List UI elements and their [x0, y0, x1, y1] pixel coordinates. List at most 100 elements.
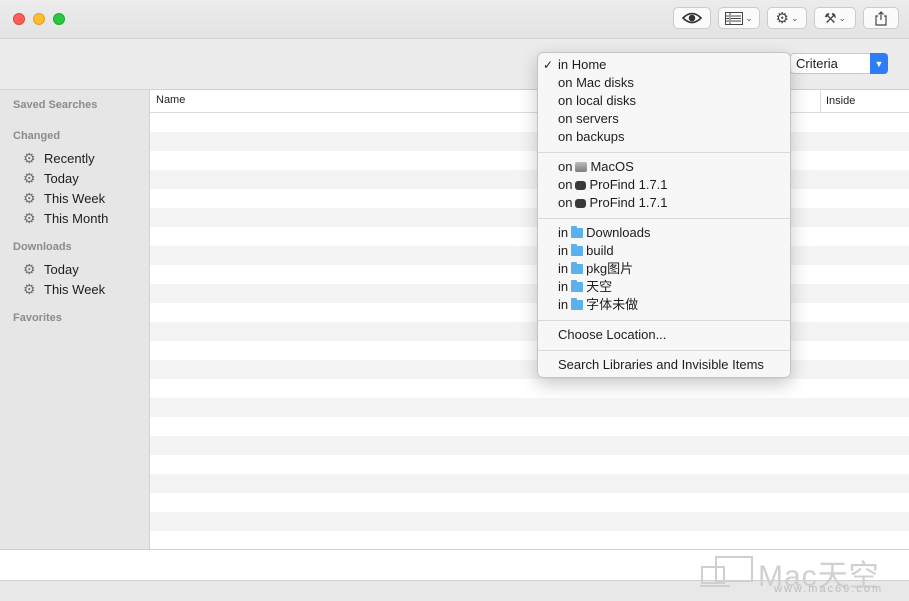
sidebar-item-changed-recently[interactable]: ⚙ Recently	[23, 149, 95, 167]
menu-item-label: Downloads	[586, 225, 651, 240]
location-dropdown-menu: ✓ in Home on Mac disks on local disks on…	[537, 52, 791, 378]
menu-item-label: ProFind 1.7.1	[589, 177, 668, 192]
menu-item-in-home[interactable]: ✓ in Home	[538, 56, 790, 74]
quick-look-button[interactable]	[673, 7, 711, 29]
menu-item-label: on Mac disks	[558, 75, 634, 90]
menu-item-folder-downloads[interactable]: in Downloads	[538, 224, 790, 242]
criteria-label: Criteria	[796, 56, 838, 71]
sidebar-item-changed-this-week[interactable]: ⚙ This Week	[23, 189, 105, 207]
menu-item-label: in Home	[558, 57, 607, 72]
menu-item-volume-macos[interactable]: on MacOS	[538, 158, 790, 176]
menu-item-label: on local disks	[558, 93, 637, 108]
sidebar-item-label: Today	[44, 170, 79, 186]
menu-item-on-mac-disks[interactable]: on Mac disks	[538, 74, 790, 92]
menu-item-prefix: on	[558, 159, 573, 174]
chevron-down-icon: ⌄	[838, 12, 847, 23]
gear-icon: ⚙	[23, 170, 36, 186]
sidebar-item-label: Today	[44, 261, 79, 277]
menu-item-on-local-disks[interactable]: on local disks	[538, 92, 790, 110]
menu-item-label: build	[586, 243, 614, 258]
folder-icon	[571, 262, 584, 274]
menu-item-prefix: on	[558, 195, 573, 210]
sidebar-heading-saved-searches: Saved Searches	[13, 99, 98, 111]
toolbar: ⌄ ⚙ ⌄ ⚒ ⌄	[0, 0, 909, 39]
zoom-window-button[interactable]	[53, 13, 65, 25]
sidebar-heading-changed: Changed	[13, 130, 61, 142]
menu-item-on-servers[interactable]: on servers	[538, 110, 790, 128]
menu-item-prefix: in	[558, 297, 569, 312]
column-header-name[interactable]: Name	[156, 94, 185, 106]
table-body[interactable]	[150, 113, 909, 549]
gear-icon: ⚙	[23, 150, 36, 166]
external-disk-icon	[575, 180, 587, 190]
sidebar-item-label: This Week	[44, 190, 106, 206]
sidebar-item-downloads-today[interactable]: ⚙ Today	[23, 260, 79, 278]
share-button[interactable]	[863, 7, 899, 29]
menu-item-folder-pkg-images[interactable]: in pkg图片	[538, 260, 790, 278]
folder-icon	[571, 280, 584, 292]
menu-item-label: on servers	[558, 111, 619, 126]
sidebar-item-changed-this-month[interactable]: ⚙ This Month	[23, 209, 108, 227]
external-disk-icon	[575, 198, 587, 208]
chevron-down-icon: ⌄	[745, 12, 753, 23]
watermark: Mac天空 www.mac69.com	[700, 551, 905, 597]
action-menu-button[interactable]: ⚙ ⌄	[767, 7, 807, 29]
menu-item-label: Search Libraries and Invisible Items	[558, 357, 764, 372]
gear-icon: ⚙	[23, 190, 36, 206]
menu-item-volume-profind-2[interactable]: on ProFind 1.7.1	[538, 194, 790, 212]
menu-item-folder-fonts-todo[interactable]: in 字体未做	[538, 296, 790, 314]
share-icon	[875, 10, 887, 26]
menu-item-choose-location[interactable]: Choose Location...	[538, 326, 790, 344]
menu-item-prefix: on	[558, 177, 573, 192]
sidebar-item-label: Recently	[44, 150, 95, 166]
sidebar-item-downloads-this-week[interactable]: ⚙ This Week	[23, 280, 105, 298]
chevron-down-icon: ▼	[870, 53, 888, 74]
eye-icon	[682, 12, 702, 24]
profind-window: ⌄ ⚙ ⌄ ⚒ ⌄ Criteria ▼ Saved Searches Chan…	[0, 0, 909, 601]
menu-item-prefix: in	[558, 279, 569, 294]
menu-item-label: on backups	[558, 129, 625, 144]
menu-item-label: MacOS	[590, 159, 634, 174]
sidebar-heading-downloads: Downloads	[13, 241, 72, 253]
view-options-button[interactable]: ⌄	[718, 7, 760, 29]
gear-icon: ⚙	[23, 210, 36, 226]
menu-separator	[538, 152, 790, 153]
close-window-button[interactable]	[13, 13, 25, 25]
menu-item-prefix: in	[558, 261, 569, 276]
menu-item-label: 天空	[586, 279, 613, 294]
menu-item-label: 字体未做	[586, 297, 639, 312]
menu-item-volume-profind-1[interactable]: on ProFind 1.7.1	[538, 176, 790, 194]
menu-item-label: Choose Location...	[558, 327, 667, 342]
menu-item-label: ProFind 1.7.1	[589, 195, 668, 210]
menu-separator	[538, 320, 790, 321]
gear-icon: ⚙	[23, 261, 36, 277]
criteria-popup-button[interactable]: Criteria ▼	[790, 53, 888, 74]
menu-separator	[538, 350, 790, 351]
menu-item-prefix: in	[558, 243, 569, 258]
sidebar-item-label: This Month	[44, 210, 109, 226]
sidebar: Saved Searches Changed ⚙ Recently ⚙ Toda…	[0, 90, 150, 549]
minimize-window-button[interactable]	[33, 13, 45, 25]
folder-icon	[571, 226, 584, 238]
column-header-inside[interactable]: Inside	[820, 90, 855, 112]
menu-item-on-backups[interactable]: on backups	[538, 128, 790, 146]
menu-item-search-libraries[interactable]: Search Libraries and Invisible Items	[538, 356, 790, 374]
results-table[interactable]: Name Inside	[150, 90, 909, 549]
folder-icon	[571, 244, 584, 256]
menu-item-folder-build[interactable]: in build	[538, 242, 790, 260]
gear-icon: ⚙	[23, 281, 36, 297]
internal-disk-icon	[575, 162, 588, 172]
tools-menu-button[interactable]: ⚒ ⌄	[814, 7, 856, 29]
menu-item-label: pkg图片	[586, 261, 634, 276]
menu-separator	[538, 218, 790, 219]
folder-icon	[571, 298, 584, 310]
menu-item-prefix: in	[558, 225, 569, 240]
sidebar-heading-favorites: Favorites	[13, 312, 62, 324]
list-view-icon	[725, 11, 744, 25]
checkmark-icon: ✓	[543, 58, 554, 72]
table-header: Name Inside	[150, 90, 909, 113]
menu-item-folder-sky[interactable]: in 天空	[538, 278, 790, 296]
sidebar-item-label: This Week	[44, 281, 106, 297]
sidebar-item-changed-today[interactable]: ⚙ Today	[23, 169, 79, 187]
chevron-down-icon: ⌄	[790, 12, 799, 23]
